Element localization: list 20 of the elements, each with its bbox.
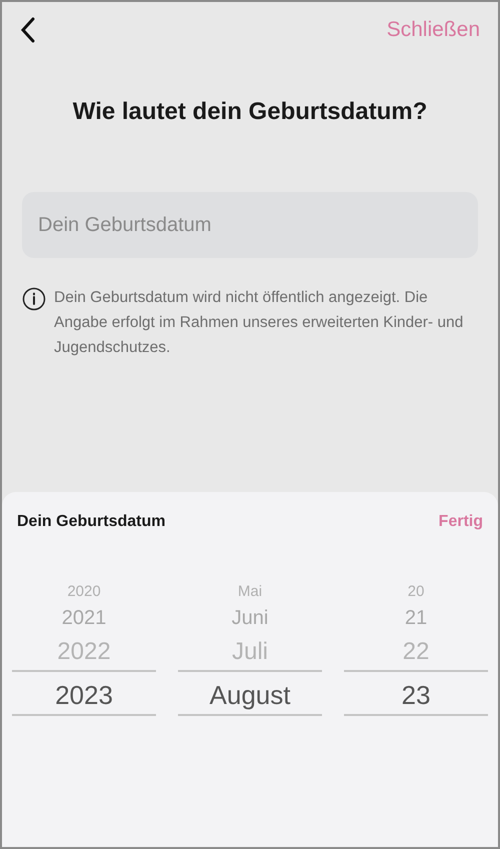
info-icon [22, 287, 46, 311]
back-icon [20, 17, 36, 43]
close-button[interactable]: Schließen [386, 14, 480, 46]
picker-item[interactable]: 2021 [12, 602, 156, 634]
picker-item[interactable]: 2020 [12, 582, 156, 602]
sheet-title: Dein Geburtsdatum [17, 512, 166, 532]
picker-item[interactable]: August [178, 670, 322, 716]
birthdate-field[interactable]: Dein Geburtsdatum [22, 192, 478, 258]
picker-item[interactable]: Juli [178, 634, 322, 670]
picker-item[interactable]: 22 [344, 634, 488, 670]
done-button[interactable]: Fertig [438, 510, 483, 534]
picker-item[interactable]: 23 [344, 670, 488, 716]
info-text: Dein Geburtsdatum wird nicht öffentlich angezeigt. Die Angabe erfolgt im Rahmen unseres erweiterten Kinder- und Jugendschutzes. [54, 288, 464, 358]
picker-item[interactable]: 21 [344, 602, 488, 634]
picker-item[interactable]: Juni [178, 602, 322, 634]
picker-item[interactable]: 20 [344, 582, 488, 602]
picker-item[interactable]: Mai [178, 582, 322, 602]
picker-item[interactable]: 2022 [12, 634, 156, 670]
picker-item[interactable]: 2023 [12, 670, 156, 716]
page-title: Wie lautet dein Geburtsdatum? [72, 97, 428, 127]
